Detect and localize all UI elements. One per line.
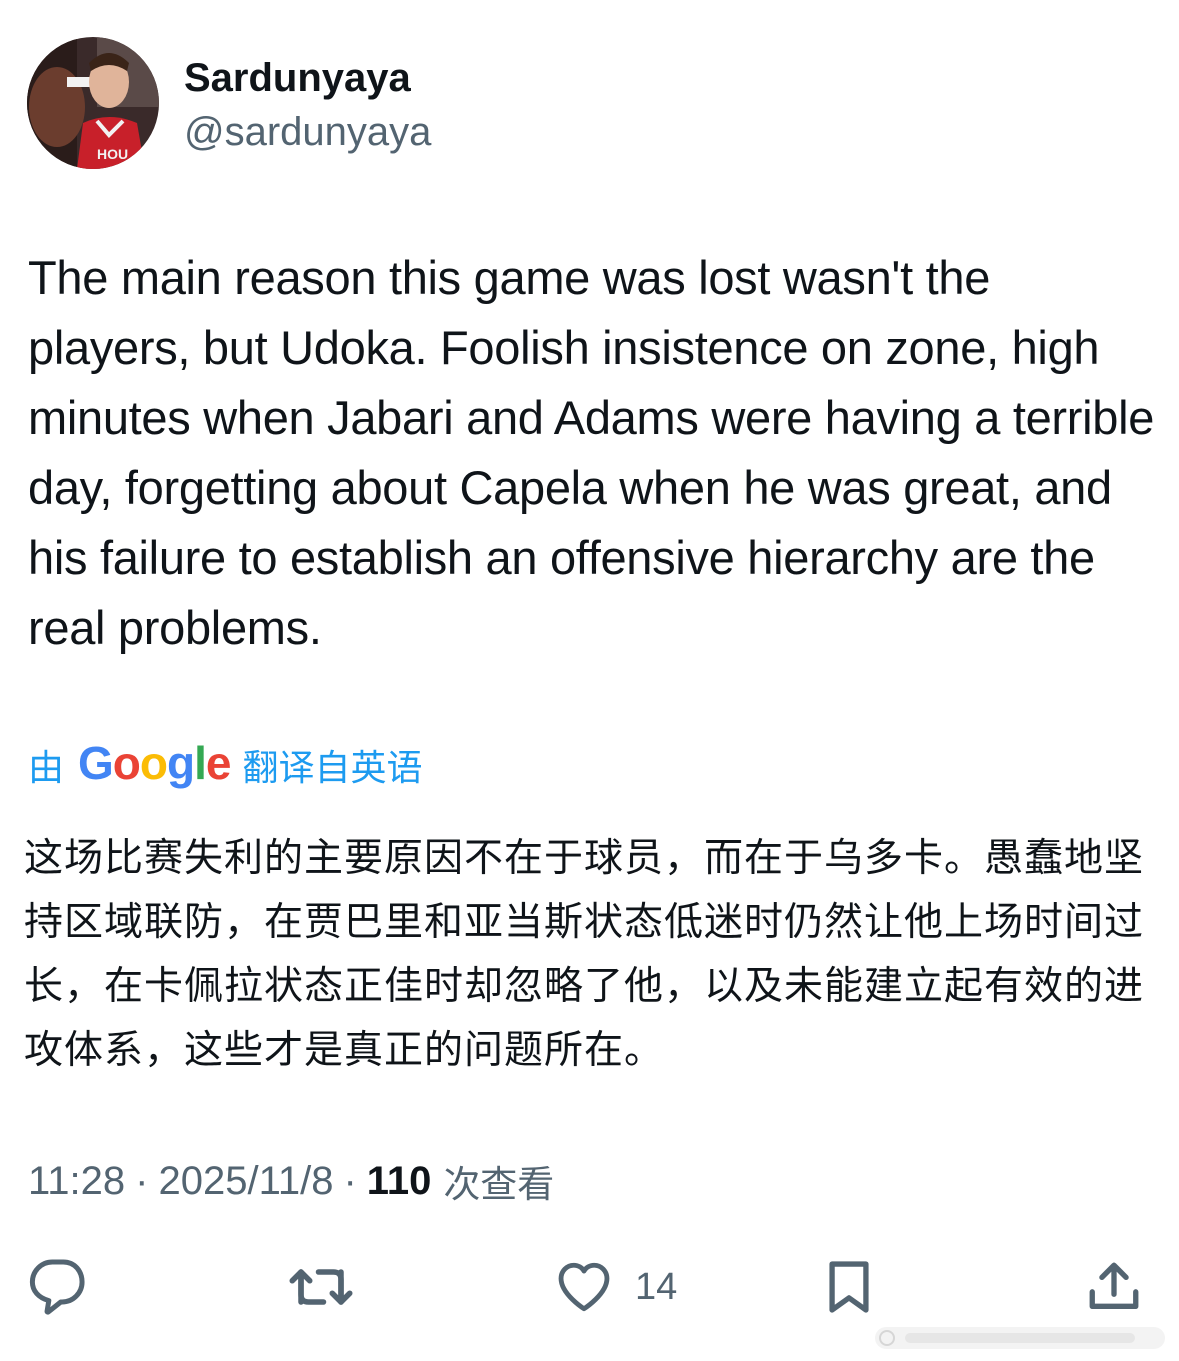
translation-prefix: 由 [28,748,65,789]
tweet-time[interactable]: 11:28 [28,1159,125,1204]
translation-attribution[interactable]: 由 Google 翻译自英语 [28,737,423,790]
author-display-name[interactable]: Sardunyaya [184,54,411,102]
translated-text: 这场比赛失利的主要原因不在于球员，而在于乌多卡。愚蠢地坚持区域联防，在贾巴里和亚… [24,836,1145,1073]
watermark [875,1325,1175,1351]
share-button[interactable] [1085,1252,1143,1322]
like-button[interactable]: 14 [555,1252,677,1322]
watermark-graphic [875,1327,1165,1349]
like-count: 14 [635,1265,678,1308]
views-count: 110 [366,1158,432,1203]
share-icon [1089,1262,1139,1309]
avatar[interactable]: HOU [27,37,159,169]
retweet-icon [289,1269,353,1305]
author-handle[interactable]: @sardunyaya [184,108,431,156]
tweet-meta: 11:28 · 2025/11/8 · 110 次查看 [28,1156,555,1207]
retweet-button[interactable] [288,1252,354,1322]
google-logo: Google [78,737,231,789]
action-bar: 14 [0,1252,1179,1322]
meta-separator: · [343,1158,357,1203]
meta-separator: · [135,1158,149,1203]
svg-text:HOU: HOU [97,146,128,162]
avatar-image: HOU [27,37,159,169]
reply-button[interactable] [28,1252,88,1322]
tweet-date[interactable]: 2025/11/8 [158,1159,333,1204]
translation-suffix: 翻译自英语 [242,748,423,789]
bookmark-button[interactable] [820,1252,878,1322]
bookmark-icon [829,1261,869,1313]
views-label: 次查看 [443,1163,555,1206]
reply-icon [29,1259,85,1315]
heart-icon [558,1262,610,1312]
tweet-text: The main reason this game was lost wasn'… [28,251,1155,654]
